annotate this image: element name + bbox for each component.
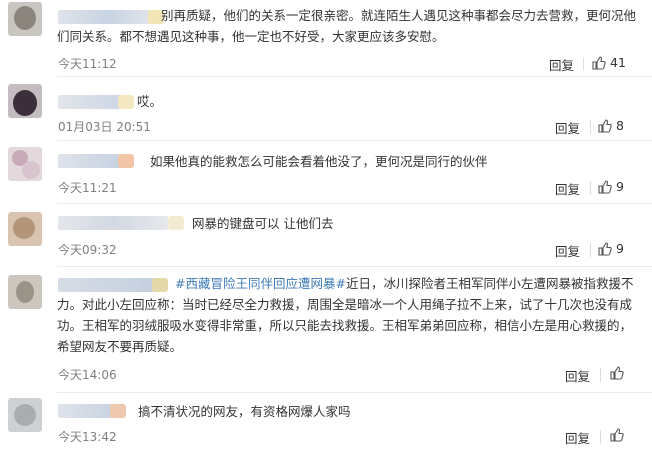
comment-text: 如果他真的能救怎么可能会看着他没了，更何况是同行的伙伴 bbox=[150, 154, 488, 169]
comment-5: #西藏冒险王同伴回应遭网暴#近日，冰川探险者王相军同伴小左遭网暴被指救援不力。对… bbox=[0, 267, 652, 393]
blurred-username[interactable] bbox=[58, 404, 112, 418]
avatar[interactable] bbox=[8, 212, 42, 246]
separator bbox=[600, 368, 601, 382]
like-button[interactable]: 41 bbox=[592, 55, 626, 70]
reply-button[interactable]: 回复 bbox=[565, 428, 590, 447]
separator bbox=[590, 181, 591, 195]
reply-button[interactable]: 回复 bbox=[565, 366, 590, 385]
timestamp: 今天11:12 bbox=[58, 57, 117, 71]
thumbs-up-icon bbox=[598, 118, 612, 133]
like-count: 9 bbox=[616, 179, 624, 194]
like-count: 8 bbox=[616, 118, 624, 133]
timestamp: 今天14:06 bbox=[58, 368, 117, 382]
comment-text: #西藏冒险王同伴回应遭网暴#近日，冰川探险者王相军同伴小左遭网暴被指救援不力。对… bbox=[57, 273, 637, 357]
thumbs-up-icon bbox=[592, 55, 606, 70]
separator bbox=[600, 430, 601, 444]
avatar[interactable] bbox=[8, 147, 42, 181]
blurred-username[interactable] bbox=[58, 154, 120, 168]
like-button[interactable]: 9 bbox=[598, 179, 624, 194]
comment-body: 近日，冰川探险者王相军同伴小左遭网暴被指救援不力。对此小左回应称：当时已经尽全力… bbox=[57, 276, 634, 354]
comment-feed: 别再质疑，他们的关系一定很亲密。就连陌生人遇见这种事都会尽力去营救，更何况他们同… bbox=[0, 0, 652, 453]
like-button[interactable] bbox=[610, 428, 628, 442]
comment-1: 别再质疑，他们的关系一定很亲密。就连陌生人遇见这种事都会尽力去营救，更何况他们同… bbox=[0, 0, 652, 77]
avatar[interactable] bbox=[8, 84, 42, 118]
like-button[interactable] bbox=[610, 366, 628, 380]
comment-3: 如果他真的能救怎么可能会看着他没了，更何况是同行的伙伴 今天11:21 回复 9 bbox=[0, 141, 652, 204]
timestamp: 今天13:42 bbox=[58, 430, 117, 444]
topic-hashtag-link[interactable]: #西藏冒险王同伴回应遭网暴# bbox=[175, 276, 346, 291]
comment-2: 哎。 01月03日 20:51 回复 8 bbox=[0, 77, 652, 141]
separator bbox=[590, 243, 591, 257]
separator bbox=[590, 120, 591, 134]
comment-text: 别再质疑，他们的关系一定很亲密。就连陌生人遇见这种事都会尽力去营救，更何况他们同… bbox=[57, 8, 637, 44]
thumbs-up-icon bbox=[598, 241, 612, 256]
thumbs-up-icon bbox=[610, 428, 624, 442]
comment-4: 网暴的键盘可以 让他们去 今天09:32 回复 9 bbox=[0, 204, 652, 267]
reply-button[interactable]: 回复 bbox=[555, 241, 580, 260]
reply-button[interactable]: 回复 bbox=[555, 179, 580, 198]
blurred-username[interactable] bbox=[58, 216, 168, 230]
avatar[interactable] bbox=[8, 275, 42, 309]
like-count: 41 bbox=[610, 55, 626, 70]
timestamp: 今天09:32 bbox=[58, 243, 117, 257]
comment-text: 哎。 bbox=[137, 94, 163, 109]
like-button[interactable]: 9 bbox=[598, 241, 624, 256]
separator bbox=[583, 57, 584, 71]
comment-6: 搞不清状况的网友，有资格网爆人家吗 今天13:42 回复 bbox=[0, 393, 652, 453]
like-button[interactable]: 8 bbox=[598, 118, 624, 133]
like-count: 9 bbox=[616, 241, 624, 256]
reply-button[interactable]: 回复 bbox=[555, 118, 580, 137]
avatar[interactable] bbox=[8, 398, 42, 432]
blurred-username[interactable] bbox=[58, 95, 124, 109]
avatar[interactable] bbox=[8, 2, 42, 36]
timestamp: 01月03日 20:51 bbox=[58, 120, 151, 134]
comment-text: 搞不清状况的网友，有资格网爆人家吗 bbox=[138, 404, 351, 419]
thumbs-up-icon bbox=[610, 366, 624, 380]
comment-text: 网暴的键盘可以 让他们去 bbox=[192, 216, 334, 231]
reply-button[interactable]: 回复 bbox=[549, 55, 574, 74]
timestamp: 今天11:21 bbox=[58, 181, 117, 195]
thumbs-up-icon bbox=[598, 179, 612, 194]
